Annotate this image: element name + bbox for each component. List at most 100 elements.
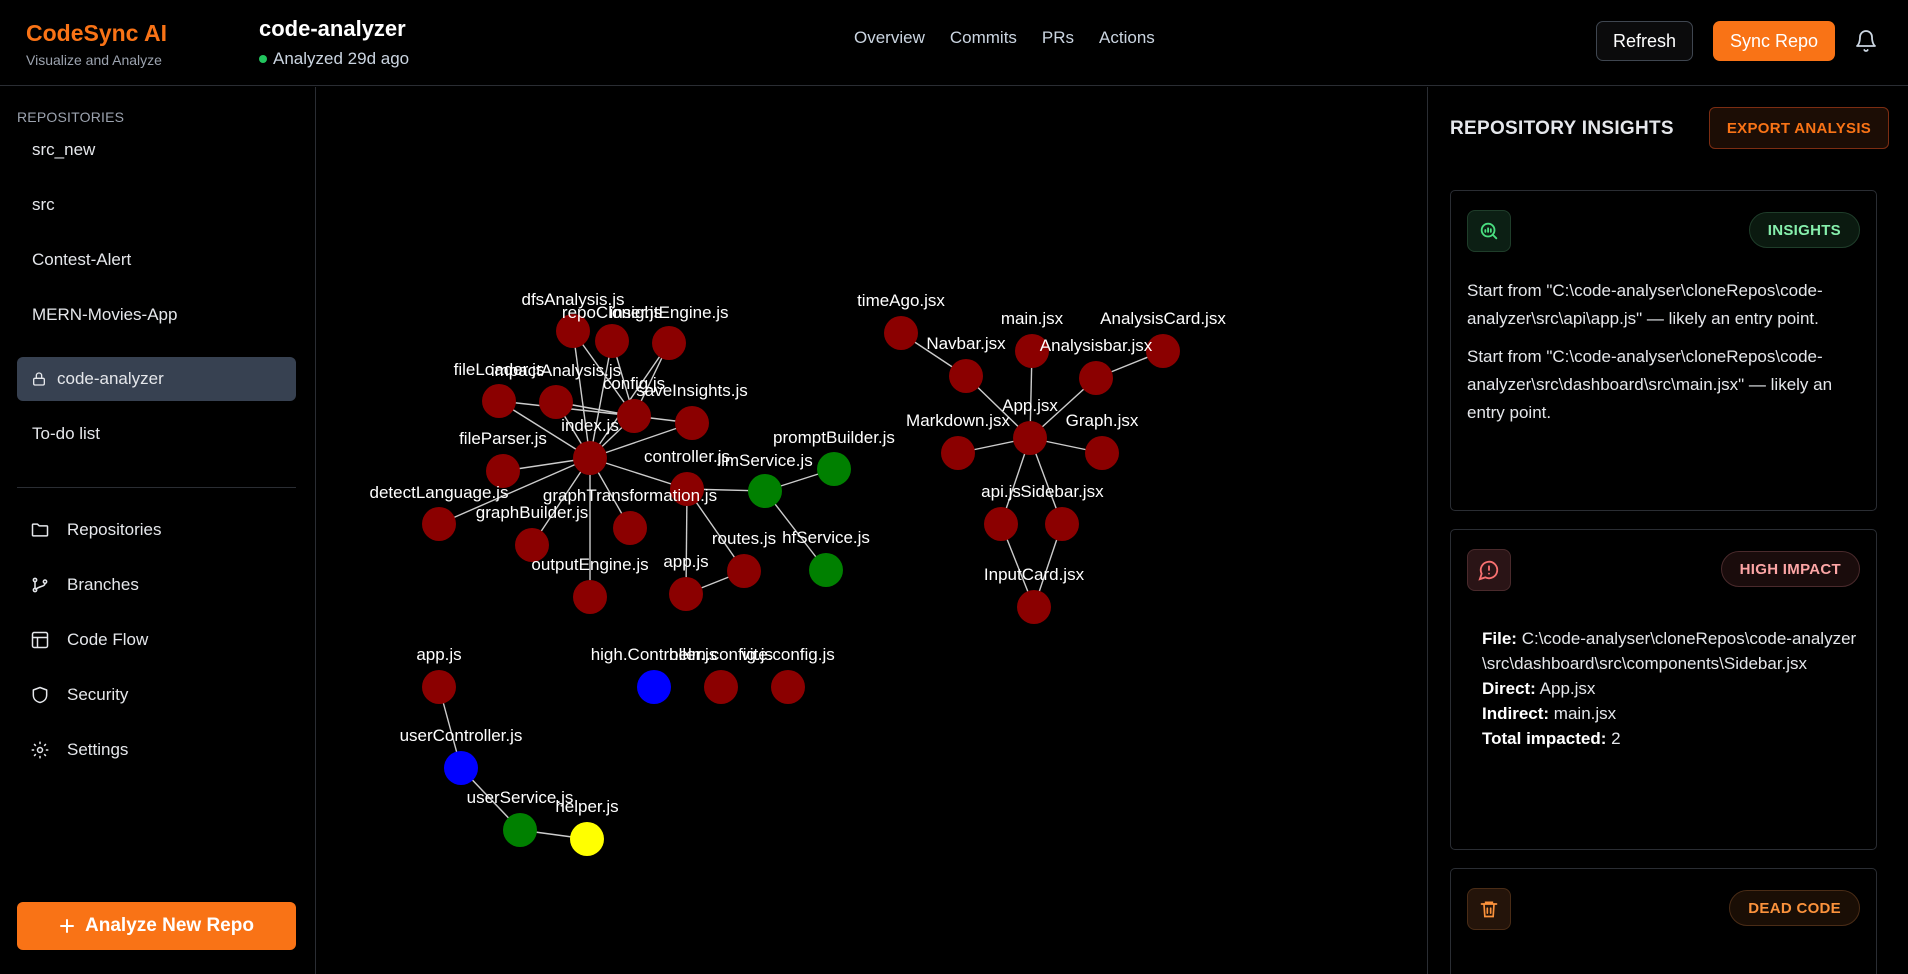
impact-details: File: C:\code-analyser\cloneRepos\code-a… (1482, 626, 1862, 751)
graph-node-label: Analysisbar.jsx (1040, 336, 1153, 355)
shield-icon (32, 686, 48, 704)
graph-node-label: userController.js (400, 726, 523, 745)
sidebar-nav-security[interactable]: Security (30, 685, 128, 705)
sidebar-nav-code-flow[interactable]: Code Flow (30, 630, 148, 650)
impact-file-value: C:\code-analyser\cloneRepos\code-analyze… (1482, 629, 1857, 673)
graph-node[interactable] (503, 813, 537, 847)
graph-node[interactable] (669, 577, 703, 611)
repo-item-label: Contest-Alert (32, 250, 132, 269)
graph-node[interactable] (613, 511, 647, 545)
graph-node[interactable] (949, 359, 983, 393)
nav-commits[interactable]: Commits (950, 28, 1017, 48)
high-impact-badge: HIGH IMPACT (1720, 551, 1860, 587)
sidebar-nav-branches[interactable]: Branches (30, 575, 139, 595)
graph-node[interactable] (422, 507, 456, 541)
graph-node-label: Sidebar.jsx (1020, 482, 1104, 501)
sidebar-nav-repositories[interactable]: Repositories (30, 520, 162, 540)
graph-node[interactable] (1085, 436, 1119, 470)
graph-node[interactable] (941, 436, 975, 470)
analyze-new-repo-button[interactable]: Analyze New Repo (17, 902, 296, 950)
graph-node[interactable] (1017, 590, 1051, 624)
graph-node[interactable] (444, 751, 478, 785)
graph-node[interactable] (573, 441, 607, 475)
graph-node[interactable] (809, 553, 843, 587)
graph-node[interactable] (422, 670, 456, 704)
graph-node-label: llmService.js (717, 451, 812, 470)
impact-total-label: Total impacted: (1482, 729, 1607, 748)
graph-node-label: main.jsx (1001, 309, 1064, 328)
dependency-graph[interactable]: dfsAnalysis.js repoCloner.js insightEngine… (317, 87, 1427, 974)
graph-node-label: hfService.js (782, 528, 870, 547)
export-analysis-button[interactable]: EXPORT ANALYSIS (1709, 107, 1889, 149)
graph-node-label: app.js (663, 552, 708, 571)
graph-node[interactable] (573, 580, 607, 614)
status-text: Analyzed 29d ago (273, 49, 410, 68)
repo-item-src[interactable]: src (17, 183, 296, 227)
impact-direct-row: Direct: App.jsx (1482, 676, 1862, 701)
repo-item-code-analyzer[interactable]: code-analyzer (17, 357, 296, 401)
repo-item-mern-movies-app[interactable]: MERN-Movies-App (17, 293, 296, 337)
repo-item-label: code-analyzer (57, 369, 164, 388)
insights-badge: INSIGHTS (1748, 212, 1860, 248)
card-icon-box (1467, 210, 1511, 252)
graph-canvas[interactable]: dfsAnalysis.jsrepoCloner.jsinsightEngine… (317, 87, 1427, 974)
impact-total-value: 2 (1611, 729, 1621, 748)
impact-indirect-label: Indirect: (1482, 704, 1550, 723)
sidebar-nav-settings[interactable]: Settings (30, 740, 128, 760)
repo-item-src-new[interactable]: src_new (17, 128, 296, 172)
graph-node[interactable] (570, 822, 604, 856)
impact-indirect-row: Indirect: main.jsx (1482, 701, 1862, 726)
graph-node[interactable] (771, 670, 805, 704)
impact-direct-label: Direct: (1482, 679, 1536, 698)
brand: CodeSync AI Visualize and Analyze (26, 20, 167, 68)
refresh-button[interactable]: Refresh (1596, 21, 1693, 61)
graph-node-label: promptBuilder.js (773, 428, 895, 447)
graph-node[interactable] (539, 385, 573, 419)
graph-node[interactable] (1013, 421, 1047, 455)
graph-node[interactable] (727, 554, 761, 588)
sync-repo-button[interactable]: Sync Repo (1713, 21, 1835, 61)
repo-item-label: MERN-Movies-App (32, 305, 178, 324)
graph-node-label: saveInsights.js (636, 381, 748, 400)
graph-node[interactable] (884, 316, 918, 350)
graph-node[interactable] (704, 670, 738, 704)
graph-node[interactable] (675, 406, 709, 440)
bell-icon[interactable] (1854, 28, 1878, 54)
repo-status: Analyzed 29d ago (259, 49, 409, 69)
graph-node[interactable] (652, 326, 686, 360)
nav-actions[interactable]: Actions (1099, 28, 1155, 48)
impact-file-row: File: C:\code-analyser\cloneRepos\code-a… (1482, 626, 1862, 676)
graph-node[interactable] (748, 474, 782, 508)
graph-node-label: index.js (561, 416, 619, 435)
graph-node[interactable] (595, 324, 629, 358)
repo-item-contest-alert[interactable]: Contest-Alert (17, 238, 296, 282)
graph-node-label: vite.config.js (741, 645, 835, 664)
graph-node[interactable] (1045, 507, 1079, 541)
lock-icon (33, 372, 45, 386)
graph-node-label: insightEngine.js (609, 303, 728, 322)
graph-node[interactable] (1079, 361, 1113, 395)
gear-icon (31, 741, 49, 759)
high-impact-card: HIGH IMPACT File: C:\code-analyser\clone… (1450, 529, 1877, 850)
graph-node[interactable] (637, 670, 671, 704)
graph-node-label: app.js (416, 645, 461, 664)
repo-item-label: To-do list (32, 424, 101, 443)
trash-icon (1480, 901, 1498, 918)
graph-node[interactable] (617, 399, 651, 433)
graph-node[interactable] (984, 507, 1018, 541)
repo-item-todo-list[interactable]: To-do list (17, 412, 296, 456)
insights-card: INSIGHTS Start from "C:\code-analyser\cl… (1450, 190, 1877, 511)
nav-label: Branches (67, 575, 139, 594)
plus-icon (60, 919, 75, 933)
nav-overview[interactable]: Overview (854, 28, 925, 48)
repo-item-label: src_new (32, 140, 96, 159)
graph-node[interactable] (817, 452, 851, 486)
dead-code-badge: DEAD CODE (1729, 890, 1860, 926)
dead-code-card: DEAD CODE (1450, 868, 1877, 974)
card-icon-box (1467, 549, 1511, 591)
nav-prs[interactable]: PRs (1042, 28, 1074, 48)
graph-node-label: Graph.jsx (1066, 411, 1139, 430)
graph-node-label: App.jsx (1002, 396, 1058, 415)
graph-node[interactable] (482, 384, 516, 418)
insights-panel: REPOSITORY INSIGHTS EXPORT ANALYSIS INSI… (1427, 87, 1908, 974)
